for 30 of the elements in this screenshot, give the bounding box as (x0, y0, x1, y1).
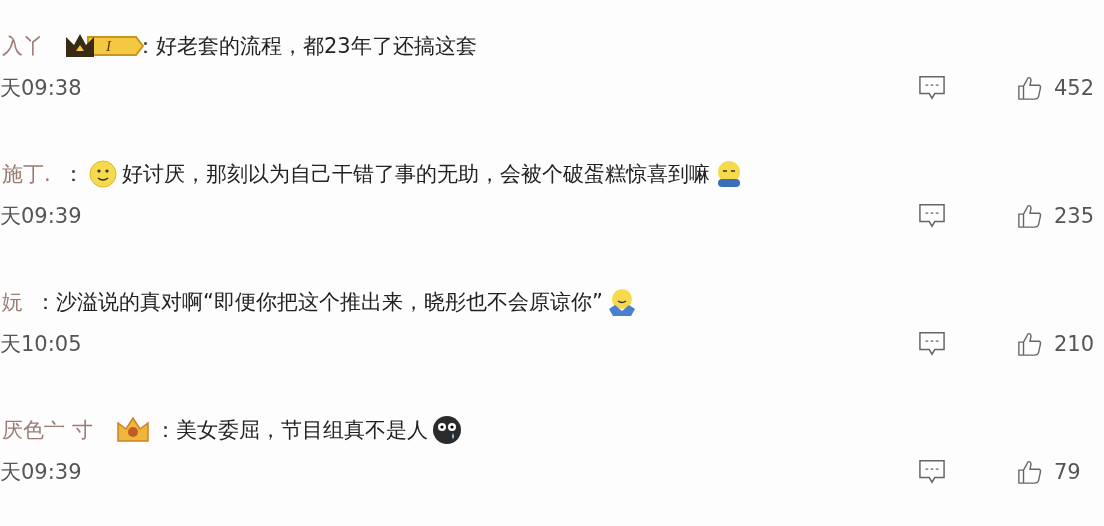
comment-time: 天09:39 (0, 203, 82, 230)
thumbs-up-icon[interactable] (1016, 75, 1044, 101)
like-count: 235 (1054, 204, 1095, 228)
like-count: 79 (1054, 460, 1081, 484)
username[interactable]: 厌色亠 寸 (2, 416, 93, 444)
reply-icon[interactable] (918, 459, 946, 485)
crying-face-icon (431, 415, 462, 445)
username[interactable]: 妧 (2, 288, 23, 316)
crown-badge-icon (114, 415, 151, 445)
username[interactable]: 入丫 (2, 32, 44, 60)
comment-text: ：好老套的流程，都23年了还搞这套 (135, 33, 477, 60)
thumbs-up-icon[interactable] (1016, 203, 1044, 229)
thumbs-up-icon[interactable] (1016, 331, 1044, 357)
comment-text: ：美女委屈，节目组真不是人 (154, 417, 428, 444)
comment-text: 好讨厌，那刻以为自己干错了事的无助，会被个破蛋糕惊喜到嘛 (121, 161, 710, 188)
comment-time: 天09:39 (0, 459, 82, 486)
level-label: I (106, 37, 111, 55)
like-count: 210 (1054, 332, 1095, 356)
smiling-face-icon (87, 159, 118, 189)
comment-time: 天10:05 (0, 331, 82, 358)
thumbs-up-icon[interactable] (1016, 459, 1044, 485)
reply-icon[interactable] (918, 331, 946, 357)
comment-text: ： (62, 161, 84, 188)
comment-time: 天09:38 (0, 75, 82, 102)
shrugging-face-icon (606, 287, 637, 317)
username[interactable]: 施丁. (2, 160, 51, 188)
reply-icon[interactable] (918, 203, 946, 229)
like-count: 452 (1054, 76, 1095, 100)
comment-text: ：沙溢说的真对啊“即便你把这个推出来，晓彤也不会原谅你” (35, 289, 603, 316)
reply-icon[interactable] (918, 75, 946, 101)
